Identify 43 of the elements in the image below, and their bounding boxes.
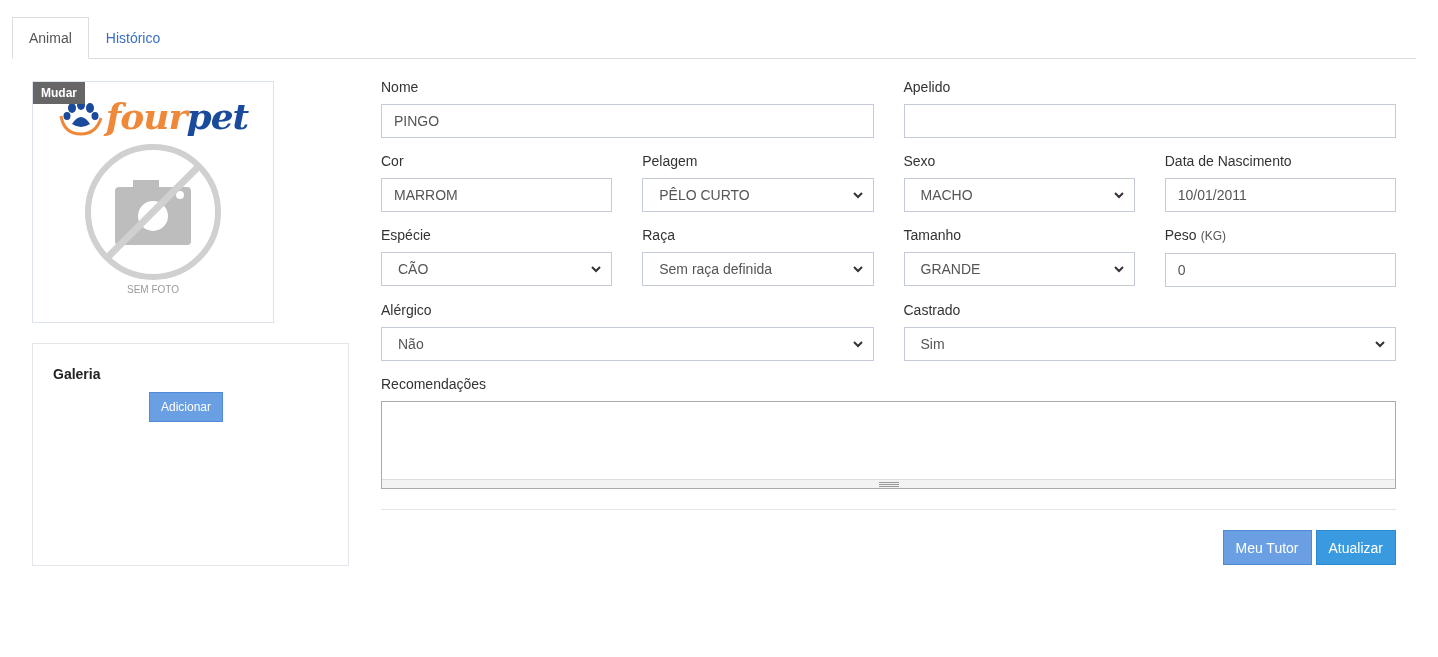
input-field[interactable]	[903, 104, 1396, 138]
chevron-down-icon	[852, 191, 863, 199]
chevron-down-icon	[852, 340, 863, 348]
field-label: Cor	[381, 152, 404, 170]
chevron-down-icon	[1113, 265, 1124, 273]
chevron-down-icon	[1113, 191, 1124, 199]
logo-text: fourpet	[105, 96, 249, 136]
change-photo-button[interactable]: Mudar	[33, 82, 85, 104]
no-photo-caption: SEM FOTO	[126, 284, 179, 295]
field-label: Espécie	[381, 226, 431, 244]
chevron-down-icon	[591, 265, 602, 273]
input-field[interactable]: 10/01/2011	[1164, 178, 1396, 212]
no-camera-icon	[83, 142, 223, 282]
field-label: Peso	[1164, 226, 1197, 244]
input-field[interactable]: MARROM	[381, 178, 613, 212]
select-dropdown[interactable]: Sim	[903, 327, 1396, 361]
field-label: Alérgico	[381, 301, 432, 319]
field-label: Pelagem	[642, 152, 698, 170]
input-field[interactable]: PINGO	[381, 104, 874, 138]
chevron-down-icon	[1375, 340, 1385, 348]
select-dropdown[interactable]: GRANDE	[903, 252, 1135, 286]
select-dropdown[interactable]: MACHO	[903, 178, 1135, 212]
field-label: Recomendações	[381, 375, 487, 393]
resize-grip-icon	[878, 481, 899, 487]
field-label: Castrado	[903, 301, 961, 319]
tab[interactable]: Histórico	[88, 17, 178, 59]
select-dropdown[interactable]: PÊLO CURTO	[642, 178, 874, 212]
select-dropdown[interactable]: CÃO	[381, 252, 613, 286]
select-dropdown[interactable]: Sem raça definida	[642, 252, 874, 286]
tab[interactable]: Animal	[12, 17, 89, 59]
field-label: Nome	[381, 78, 419, 96]
field-label: Data de Nascimento	[1164, 152, 1292, 170]
field-label: Sexo	[903, 152, 936, 170]
field-label: Apelido	[903, 78, 951, 96]
text-area[interactable]	[381, 401, 1396, 489]
paw-logo-icon	[57, 100, 104, 136]
field-label: Raça	[642, 226, 675, 244]
gallery-title: Galeria	[53, 366, 101, 382]
select-dropdown[interactable]: Não	[381, 327, 874, 361]
unit-label: (KG)	[1200, 228, 1226, 245]
chevron-down-icon	[852, 265, 863, 273]
field-label: Tamanho	[903, 226, 962, 244]
input-field[interactable]: 0	[1164, 253, 1396, 287]
